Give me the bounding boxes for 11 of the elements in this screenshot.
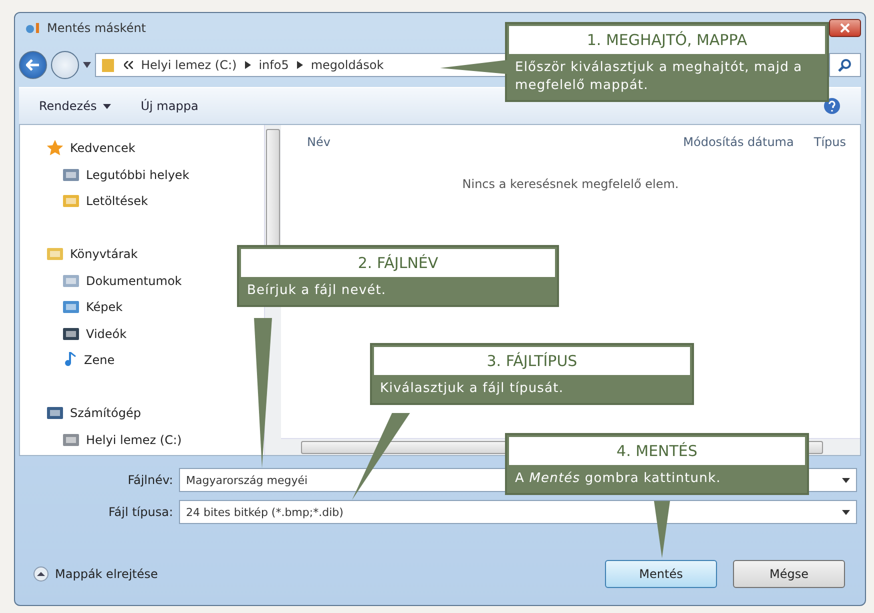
callout-text: Beírjuk a fájl nevét. (246, 282, 388, 300)
field-label: Fájlnév: (126, 473, 173, 487)
field-label: Fájl típusa: (107, 505, 173, 519)
callout-text: Kiválasztjuk a fájl típusát. (379, 380, 565, 398)
window-title: Mentés másként (47, 21, 146, 35)
callout-title: 1. MEGHAJTÓ, MAPPA (509, 26, 825, 54)
callout-title: 2. FÁJLNÉV (241, 249, 555, 277)
empty-message: Nincs a keresésnek megfelelő elem. (462, 177, 679, 191)
callout-title: 3. FÁJLTÍPUS (374, 347, 690, 375)
callout-text: A Mentés gombra kattintunk. (514, 470, 722, 488)
callout-title: 4. MENTÉS (509, 437, 805, 465)
